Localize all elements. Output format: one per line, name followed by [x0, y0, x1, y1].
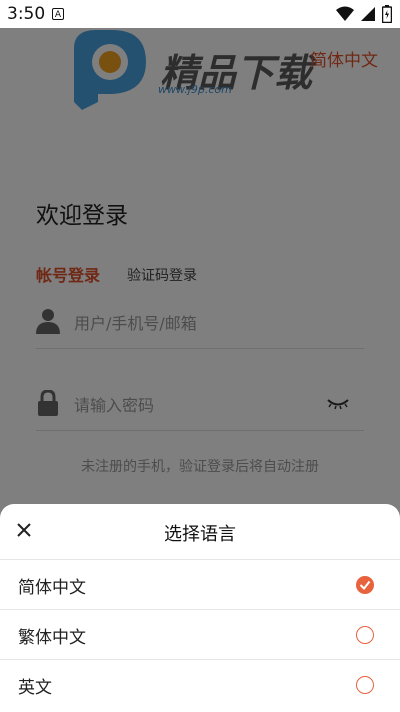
radio-unchecked-icon[interactable]: [356, 676, 374, 694]
battery-icon: [382, 5, 392, 23]
status-icons: [336, 5, 392, 23]
signal-icon: [361, 7, 375, 21]
radio-checked-icon[interactable]: [356, 576, 374, 594]
language-option-english[interactable]: 英文: [0, 660, 400, 710]
sheet-title: 选择语言: [164, 524, 236, 545]
option-label: 简体中文: [18, 578, 86, 598]
status-bar: 3:50 A: [0, 0, 400, 28]
status-time: 3:50: [7, 4, 46, 24]
option-label: 英文: [18, 678, 52, 698]
notification-a-icon: A: [52, 8, 64, 20]
language-option-traditional[interactable]: 繁体中文: [0, 610, 400, 660]
radio-unchecked-icon[interactable]: [356, 626, 374, 644]
wifi-icon: [336, 6, 354, 21]
language-option-simplified[interactable]: 简体中文: [0, 560, 400, 610]
language-bottom-sheet: 选择语言 简体中文 繁体中文 英文: [0, 504, 400, 712]
option-label: 繁体中文: [18, 628, 86, 648]
